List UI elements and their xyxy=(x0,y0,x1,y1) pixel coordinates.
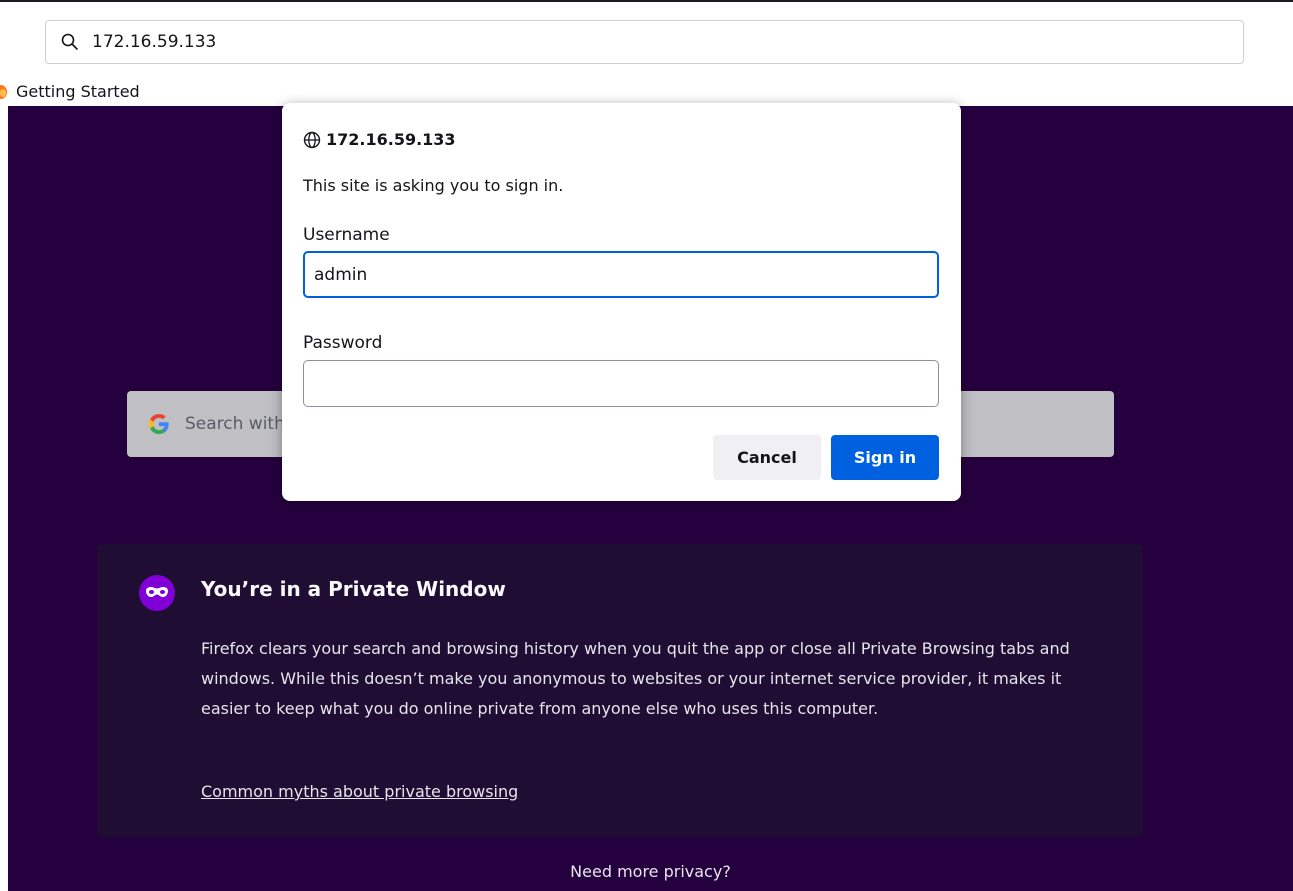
dialog-message: This site is asking you to sign in. xyxy=(303,176,564,195)
username-input[interactable] xyxy=(303,251,939,298)
dialog-host: 172.16.59.133 xyxy=(303,130,456,149)
username-label: Username xyxy=(303,225,390,245)
bookmark-getting-started[interactable]: Getting Started xyxy=(0,82,140,101)
url-text: 172.16.59.133 xyxy=(92,32,217,52)
firefox-icon xyxy=(0,85,7,99)
search-icon xyxy=(61,33,78,50)
password-input[interactable] xyxy=(303,360,939,407)
dialog-host-text: 172.16.59.133 xyxy=(326,130,456,149)
sign-in-button[interactable]: Sign in xyxy=(831,435,939,480)
globe-icon xyxy=(303,131,321,148)
bookmark-label: Getting Started xyxy=(16,81,140,101)
cancel-button[interactable]: Cancel xyxy=(713,435,821,480)
private-browsing-mask-icon xyxy=(139,575,175,611)
private-browsing-myths-link[interactable]: Common myths about private browsing xyxy=(201,782,518,801)
browser-toolbar: 172.16.59.133 Getting Started xyxy=(0,0,1293,106)
private-window-info-card: You’re in a Private Window Firefox clear… xyxy=(97,544,1143,837)
http-auth-dialog: 172.16.59.133 This site is asking you to… xyxy=(282,103,961,501)
password-label: Password xyxy=(303,333,383,353)
private-window-title: You’re in a Private Window xyxy=(201,577,506,601)
url-bar[interactable]: 172.16.59.133 xyxy=(45,20,1244,64)
bookmarks-toolbar: Getting Started xyxy=(0,78,140,104)
private-window-description: Firefox clears your search and browsing … xyxy=(201,639,1070,718)
need-more-privacy-text: Need more privacy? xyxy=(570,862,731,881)
google-icon xyxy=(149,414,169,434)
